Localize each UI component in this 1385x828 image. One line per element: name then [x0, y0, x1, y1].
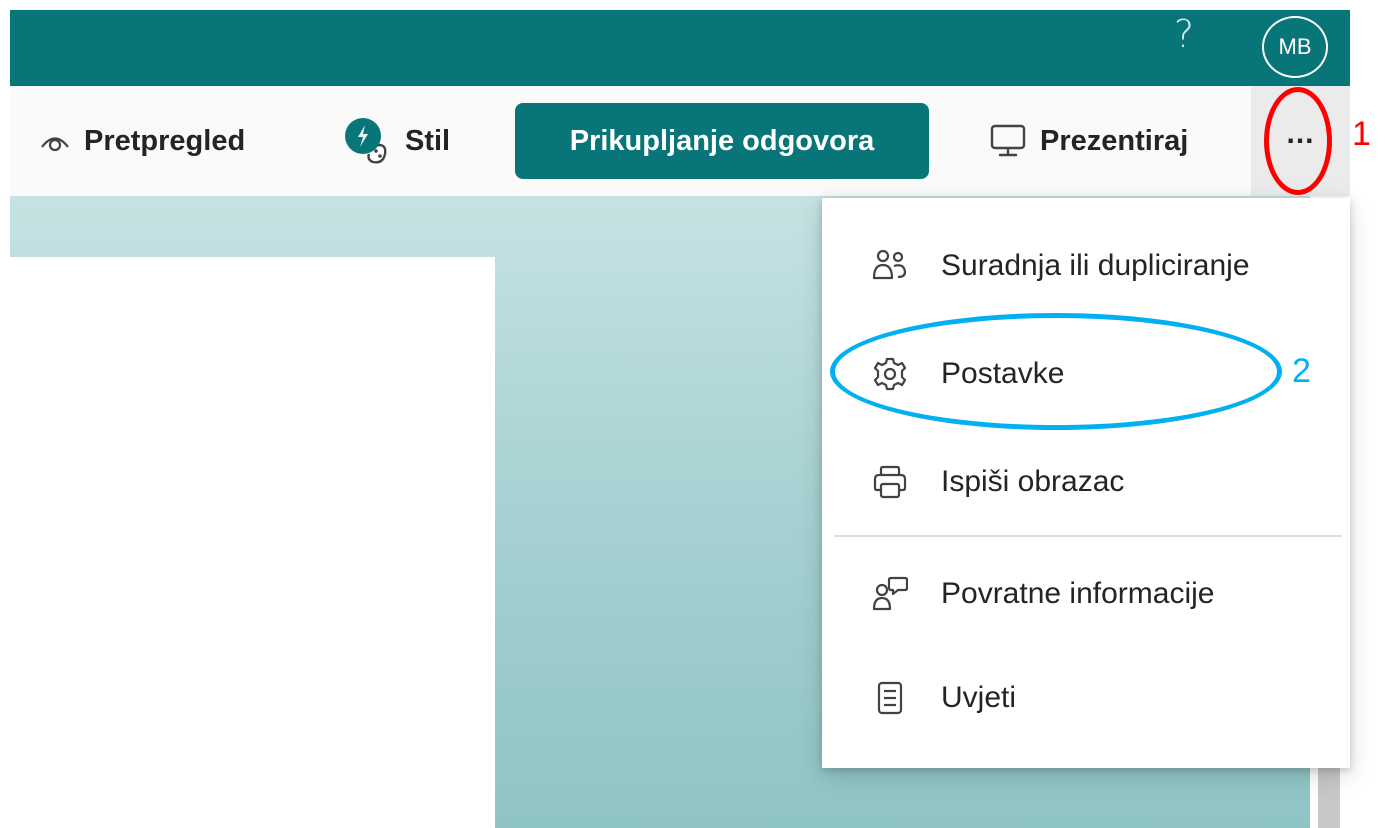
menu-item-print[interactable]: Ispiši obrazac [822, 430, 1350, 534]
help-icon[interactable]: ? [1166, 14, 1202, 54]
document-icon [872, 680, 908, 716]
preview-button[interactable]: Pretpregled [40, 86, 245, 196]
menu-item-label: Ispiši obrazac [941, 465, 1125, 498]
menu-item-label: Uvjeti [941, 681, 1017, 714]
present-label: Prezentiraj [1040, 124, 1189, 157]
style-button[interactable]: Stil [343, 86, 450, 196]
annotation-number-1: 1 [1352, 115, 1371, 153]
annotation-ring-1 [1264, 87, 1332, 195]
menu-item-feedback[interactable]: Povratne informacije [822, 542, 1350, 646]
palette-icon [343, 116, 391, 166]
people-icon [872, 248, 908, 284]
present-button[interactable]: Prezentiraj [990, 86, 1188, 196]
form-toolbar: Pretpregled Stil Prikupljanje odgovora P… [10, 86, 1350, 196]
monitor-icon [990, 124, 1026, 158]
menu-item-collaborate[interactable]: Suradnja ili dupliciranje [822, 214, 1350, 318]
preview-label: Pretpregled [84, 124, 246, 157]
annotation-number-2: 2 [1292, 352, 1311, 390]
menu-item-label: Povratne informacije [941, 577, 1215, 610]
feedback-icon [872, 576, 909, 612]
avatar[interactable]: MB [1262, 16, 1328, 78]
menu-item-label: Suradnja ili dupliciranje [941, 249, 1250, 282]
scrollbar[interactable] [1318, 768, 1340, 828]
menu-divider [834, 535, 1342, 537]
form-card [10, 257, 495, 828]
printer-icon [872, 464, 908, 500]
more-options-menu: Suradnja ili dupliciranje Postavke Ispiš… [822, 198, 1350, 768]
collect-responses-button[interactable]: Prikupljanje odgovora [515, 103, 929, 179]
app-header: ? MB [10, 10, 1350, 86]
menu-item-terms[interactable]: Uvjeti [822, 646, 1350, 750]
style-label: Stil [405, 124, 451, 157]
eye-icon [40, 130, 70, 152]
annotation-ring-2 [830, 313, 1282, 430]
